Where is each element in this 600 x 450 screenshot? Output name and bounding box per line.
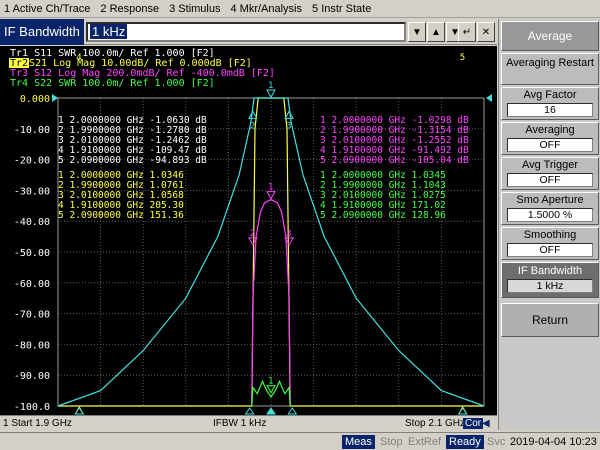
softkey-avg-trigger[interactable]: Avg Trigger OFF bbox=[501, 157, 599, 190]
y-tick-label: -80.00 bbox=[14, 340, 50, 351]
status-extref: ExtRef bbox=[408, 436, 442, 448]
marker-label: 5 bbox=[460, 53, 465, 63]
y-tick-label: -20.00 bbox=[14, 156, 50, 167]
softkey-panel: Average Averaging Restart Avg Factor 16 … bbox=[498, 19, 600, 430]
softkey-average[interactable]: Average bbox=[501, 21, 599, 51]
smo-aperture-value: 1.5000 % bbox=[507, 208, 593, 222]
menu-stimulus[interactable]: 3 Stimulus bbox=[169, 3, 220, 15]
y-tick-label: -60.00 bbox=[14, 279, 50, 290]
stimulus-marker-icon bbox=[287, 407, 298, 415]
menu-active-ch-trace[interactable]: 1 Active Ch/Trace bbox=[4, 3, 90, 15]
y-tick-label: -40.00 bbox=[14, 217, 50, 228]
menu-instr-state[interactable]: 5 Instr State bbox=[312, 3, 371, 15]
y-tick-label: 0.000 bbox=[20, 94, 50, 105]
if-bandwidth-label: IF Bandwidth bbox=[517, 265, 583, 277]
marker-label: 3 bbox=[286, 121, 291, 131]
correction-badge: Cor bbox=[463, 418, 484, 429]
status-svc: Svc bbox=[487, 436, 506, 448]
step-up-icon[interactable]: ▲ bbox=[427, 22, 445, 42]
sweep-start: 1 Start 1.9 GHz bbox=[3, 418, 72, 429]
y-tick-label: -50.00 bbox=[14, 248, 50, 259]
trace-plot[interactable]: 0.000 -10.00 -20.00 -30.00 -40.00 -50.00 -60.0… bbox=[0, 46, 497, 415]
y-tick-label: -90.00 bbox=[14, 371, 50, 382]
smoothing-label: Smoothing bbox=[523, 229, 577, 241]
stimulus-marker-icon bbox=[266, 407, 276, 415]
menu-bar: 1 Active Ch/Trace 2 Response 3 Stimulus … bbox=[0, 0, 600, 18]
trace-header: Tr4 S22 SWR 100.0m/ Ref 1.000 [F2] bbox=[10, 78, 215, 89]
instrument-status-bar: Meas Stop ExtRef Ready Svc 2019-04-04 10… bbox=[0, 432, 600, 450]
y-tick-label: -10.00 bbox=[14, 125, 50, 136]
softkey-smoothing[interactable]: Smoothing OFF bbox=[501, 227, 599, 260]
softkey-return[interactable]: Return bbox=[501, 303, 599, 337]
ref-level-marker-icon bbox=[52, 94, 58, 102]
entry-title: IF Bandwidth bbox=[0, 19, 84, 45]
entry-bar: IF Bandwidth 1 kHz ▼ ▲ ▼ ↵ ✕ bbox=[0, 19, 497, 45]
if-bandwidth-readout: IFBW 1 kHz bbox=[213, 418, 267, 429]
marker-readout-s12: 5 2.0900000 GHz -105.04 dB bbox=[320, 155, 469, 166]
marker-readout-s22: 5 2.0900000 GHz 128.96 bbox=[320, 210, 446, 221]
status-ready: Ready bbox=[446, 435, 484, 449]
marker-label: 1 bbox=[268, 377, 273, 387]
y-tick-label: -100.0 bbox=[14, 402, 50, 413]
smo-aperture-label: Smo Aperture bbox=[516, 194, 584, 206]
plot-canvas: 0.000 -10.00 -20.00 -30.00 -40.00 -50.00 -60.0… bbox=[9, 48, 492, 415]
menu-response[interactable]: 2 Response bbox=[100, 3, 159, 15]
if-bandwidth-value: 1 kHz bbox=[507, 279, 593, 293]
sweep-stop: Stop 2.1 GHz bbox=[405, 418, 466, 429]
averaging-value: OFF bbox=[507, 138, 593, 152]
enter-icon[interactable]: ↵ bbox=[458, 22, 476, 42]
entry-input[interactable]: 1 kHz bbox=[86, 22, 406, 42]
channel-indicator-icon: ◀ bbox=[482, 418, 490, 429]
marker-icon bbox=[266, 89, 276, 99]
stimulus-marker-icon bbox=[244, 407, 255, 415]
marker-readout-s21: 5 2.0900000 GHz -94.893 dB bbox=[58, 155, 207, 166]
marker-label: 4 bbox=[76, 53, 81, 63]
avg-factor-label: Avg Factor bbox=[523, 89, 577, 101]
chevron-down-icon[interactable]: ▼ bbox=[408, 22, 426, 42]
marker-readout-s11: 5 2.0900000 GHz 151.36 bbox=[58, 210, 184, 221]
status-stop: Stop bbox=[380, 436, 403, 448]
marker-label: 3 bbox=[286, 229, 291, 239]
y-tick-label: -70.00 bbox=[14, 310, 50, 321]
status-meas: Meas bbox=[342, 435, 375, 449]
softkey-averaging[interactable]: Averaging OFF bbox=[501, 122, 599, 155]
avg-factor-value: 16 bbox=[507, 103, 593, 117]
menu-mkr-analysis[interactable]: 4 Mkr/Analysis bbox=[230, 3, 302, 15]
softkey-avg-factor[interactable]: Avg Factor 16 bbox=[501, 87, 599, 120]
marker-label: 2 bbox=[250, 229, 255, 239]
channel-status-bar: 1 Start 1.9 GHz IFBW 1 kHz Stop 2.1 GHz … bbox=[0, 415, 497, 431]
softkey-averaging-restart[interactable]: Averaging Restart bbox=[501, 53, 599, 85]
avg-trigger-value: OFF bbox=[507, 173, 593, 187]
marker-label: 1 bbox=[268, 81, 273, 91]
smoothing-value: OFF bbox=[507, 243, 593, 257]
y-tick-label: -30.00 bbox=[14, 186, 50, 197]
avg-trigger-label: Avg Trigger bbox=[521, 159, 579, 171]
status-time: 2019-04-04 10:23 bbox=[510, 436, 597, 448]
entry-value: 1 kHz bbox=[90, 24, 128, 39]
softkey-smo-aperture[interactable]: Smo Aperture 1.5000 % bbox=[501, 192, 599, 225]
softkey-if-bandwidth[interactable]: IF Bandwidth 1 kHz bbox=[501, 262, 599, 298]
averaging-label: Averaging bbox=[525, 124, 575, 136]
ref-level-marker-icon bbox=[486, 94, 492, 102]
marker-label: 2 bbox=[250, 121, 255, 131]
close-icon[interactable]: ✕ bbox=[477, 22, 495, 42]
marker-label: 1 bbox=[268, 183, 273, 193]
